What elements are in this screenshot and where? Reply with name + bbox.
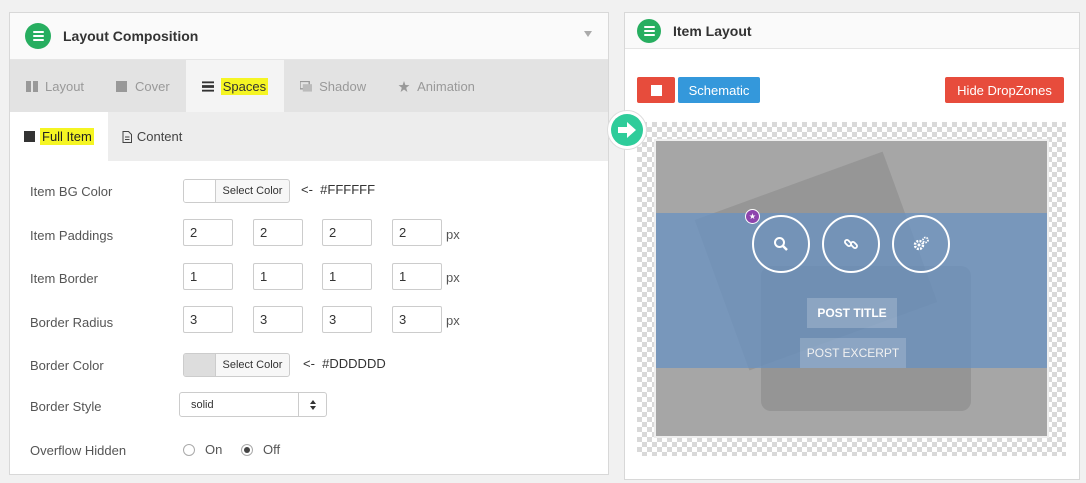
star-badge-icon: ★ xyxy=(745,209,760,224)
subtab-full-item[interactable]: Full Item xyxy=(10,112,108,161)
bg-color-value: <- #FFFFFF xyxy=(301,182,376,197)
subtab-label: Full Item xyxy=(40,128,94,145)
radius-bottom-right-input[interactable]: 3 xyxy=(322,306,372,333)
panel-title: Item Layout xyxy=(673,22,752,39)
apply-arrow-button[interactable] xyxy=(607,110,647,150)
shadow-icon xyxy=(300,80,313,92)
border-right-input[interactable]: 1 xyxy=(253,263,303,290)
square-icon xyxy=(24,131,35,142)
tab-label: Spaces xyxy=(220,77,269,95)
columns-icon xyxy=(26,80,38,92)
bg-color-label: Item BG Color xyxy=(30,184,113,199)
sub-tabs: Full Item Content xyxy=(10,112,608,161)
border-left-input[interactable]: 1 xyxy=(392,263,442,290)
padding-top-input[interactable]: 2 xyxy=(183,219,233,246)
radius-label: Border Radius xyxy=(30,315,114,330)
overflow-on-label: On xyxy=(205,442,223,457)
document-icon xyxy=(122,130,132,143)
hide-dropzones-button[interactable]: Hide DropZones xyxy=(945,77,1064,103)
schematic-button[interactable]: Schematic xyxy=(678,77,760,103)
link-icon[interactable] xyxy=(822,215,880,273)
border-style-label: Border Style xyxy=(30,399,102,414)
select-arrows-icon xyxy=(298,393,326,416)
select-color-label: Select Color xyxy=(222,185,283,197)
tab-cover[interactable]: Cover xyxy=(100,60,186,112)
tab-label: Shadow xyxy=(319,78,367,94)
panel-title: Layout Composition xyxy=(63,28,199,44)
border-color-value: <- #DDDDDD xyxy=(303,356,386,371)
search-icon[interactable] xyxy=(752,215,810,273)
panel-header: Item Layout xyxy=(625,13,1079,49)
radius-bottom-left-input[interactable]: 3 xyxy=(392,306,442,333)
padding-bottom-input[interactable]: 2 xyxy=(322,219,372,246)
subtab-content[interactable]: Content xyxy=(108,112,197,161)
tab-layout[interactable]: Layout xyxy=(10,60,100,112)
tab-label: Layout xyxy=(45,78,85,94)
tab-label: Cover xyxy=(135,78,170,94)
border-top-input[interactable]: 1 xyxy=(183,263,233,290)
paddings-label: Item Paddings xyxy=(30,228,114,243)
overflow-on-radio[interactable] xyxy=(183,444,195,456)
color-swatch xyxy=(184,354,216,376)
unit-label: px xyxy=(446,270,460,285)
post-title-dropzone[interactable]: POST TITLE xyxy=(807,298,897,328)
overflow-off-radio[interactable] xyxy=(241,444,253,456)
settings-gears-icon[interactable] xyxy=(892,215,950,273)
padding-left-input[interactable]: 2 xyxy=(392,219,442,246)
square-icon xyxy=(650,84,662,96)
item-preview: ★ POST TITLE POST EXCERPT xyxy=(654,139,1049,438)
bg-color-picker-button[interactable]: Select Color xyxy=(183,179,290,203)
post-excerpt-dropzone[interactable]: POST EXCERPT xyxy=(800,338,906,368)
tab-animation[interactable]: Animation xyxy=(382,60,491,112)
spaces-icon xyxy=(201,80,214,92)
tab-label: Animation xyxy=(417,78,475,94)
select-value: solid xyxy=(191,398,214,411)
padding-right-input[interactable]: 2 xyxy=(253,219,303,246)
radius-top-right-input[interactable]: 3 xyxy=(253,306,303,333)
main-tabs: Layout Cover Spaces Shadow Animation xyxy=(10,60,608,112)
border-bottom-input[interactable]: 1 xyxy=(322,263,372,290)
border-color-label: Border Color xyxy=(30,358,104,373)
tab-spaces[interactable]: Spaces xyxy=(185,60,285,112)
subtab-label: Content xyxy=(136,129,183,144)
menu-icon[interactable] xyxy=(637,18,661,43)
border-style-select[interactable]: solid xyxy=(179,392,327,417)
panel-header: Layout Composition xyxy=(10,13,608,60)
tab-shadow[interactable]: Shadow xyxy=(284,60,382,112)
unit-label: px xyxy=(446,313,460,328)
select-color-label: Select Color xyxy=(222,359,283,371)
radius-top-left-input[interactable]: 3 xyxy=(183,306,233,333)
color-swatch xyxy=(184,180,216,202)
collapse-caret-icon[interactable] xyxy=(584,31,592,37)
border-color-picker-button[interactable]: Select Color xyxy=(183,353,290,377)
overflow-label: Overflow Hidden xyxy=(30,443,127,458)
border-label: Item Border xyxy=(30,271,98,286)
menu-icon[interactable] xyxy=(25,23,51,49)
stop-button[interactable] xyxy=(637,77,675,103)
arrow-right-icon xyxy=(611,114,643,146)
square-icon xyxy=(116,80,128,92)
star-icon xyxy=(398,80,410,92)
unit-label: px xyxy=(446,227,460,242)
overflow-off-label: Off xyxy=(263,442,281,457)
